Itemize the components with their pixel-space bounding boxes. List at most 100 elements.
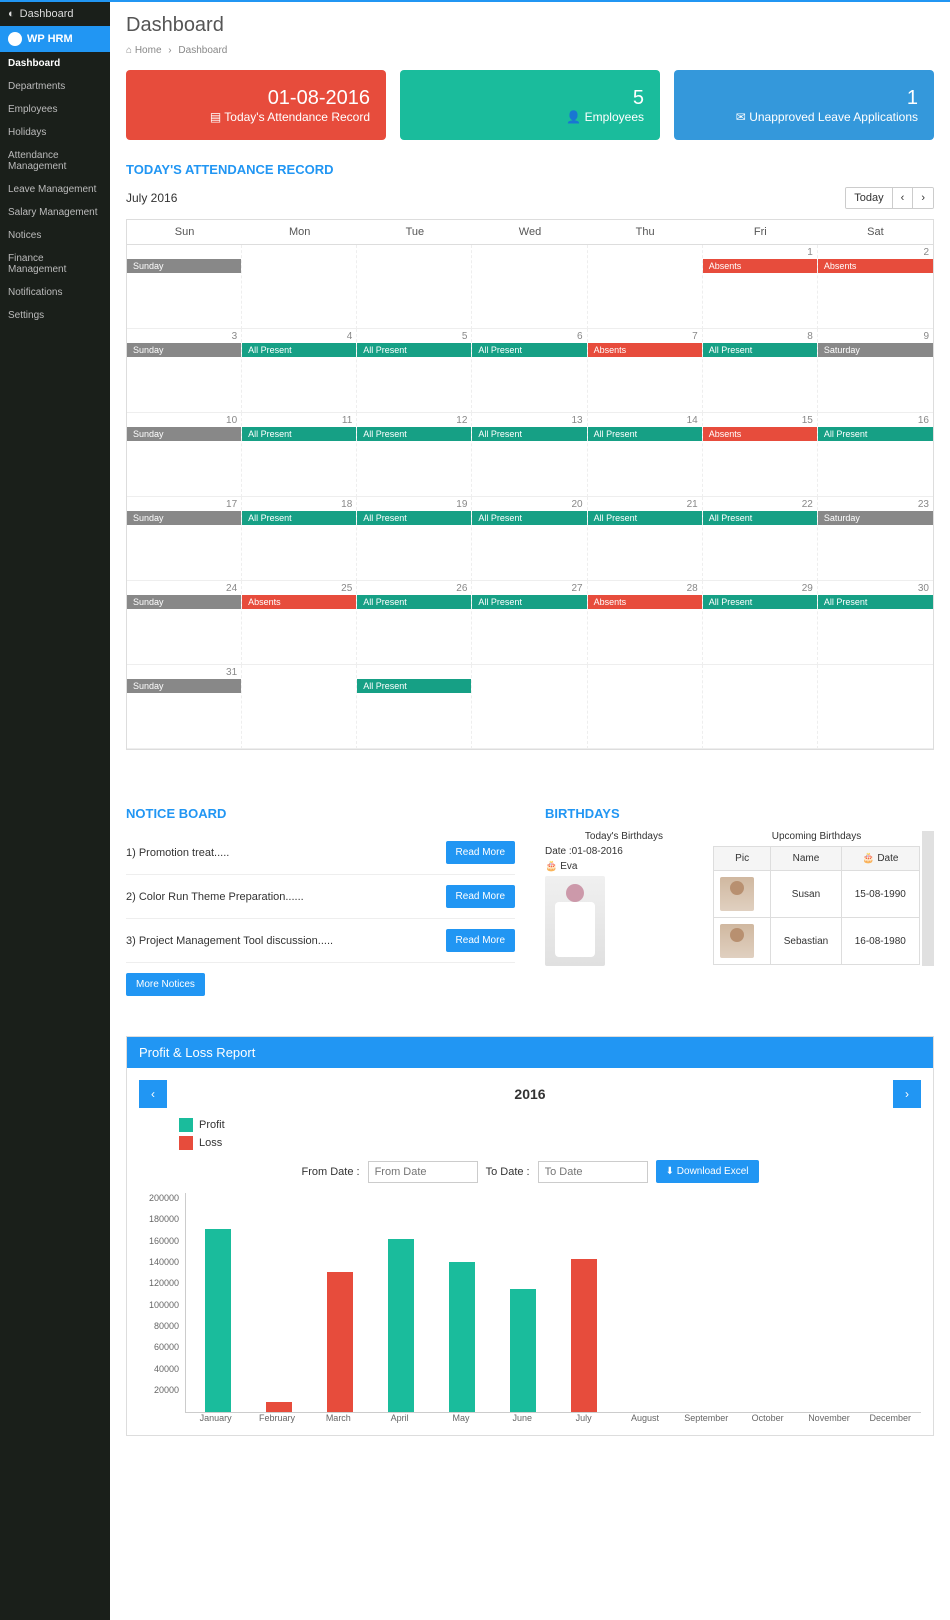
legend-loss-label: Loss (199, 1137, 222, 1149)
calendar-cell[interactable]: 5All Present (357, 329, 472, 413)
calendar-cell[interactable]: 2Absents (818, 245, 933, 329)
sidebar-top[interactable]: ◐ Dashboard (0, 2, 110, 26)
calendar-cell[interactable] (357, 245, 472, 329)
main-content: Dashboard ⌂ Home › Dashboard 01-08-2016 … (110, 2, 950, 1620)
scrollbar[interactable] (922, 831, 934, 966)
card-employees[interactable]: 5 👤 Employees (400, 70, 660, 140)
calendar-cell[interactable]: 20All Present (472, 497, 587, 581)
sidebar-item[interactable]: Employees (0, 98, 110, 121)
calendar-cell[interactable]: 4All Present (242, 329, 357, 413)
attendance-title: TODAY'S ATTENDANCE RECORD (126, 162, 934, 177)
from-date-input[interactable] (368, 1161, 478, 1183)
chart-bar[interactable] (205, 1229, 231, 1412)
sidebar-item[interactable]: Departments (0, 75, 110, 98)
birthday-upcoming-title: Upcoming Birthdays (713, 831, 920, 842)
calendar-cell[interactable]: 31Sunday (127, 665, 242, 749)
breadcrumb-home[interactable]: Home (135, 45, 162, 56)
calendar-cell[interactable]: 28Absents (588, 581, 703, 665)
card-leave[interactable]: 1 ✉ Unapproved Leave Applications (674, 70, 934, 140)
notice-text: 2) Color Run Theme Preparation...... (126, 891, 304, 903)
chart-bar[interactable] (571, 1259, 597, 1412)
calendar-event: All Present (588, 511, 702, 525)
calendar-cell[interactable]: 26All Present (357, 581, 472, 665)
calendar-event: All Present (818, 595, 933, 609)
read-more-button[interactable]: Read More (446, 929, 515, 952)
sidebar-item[interactable]: Notices (0, 224, 110, 247)
sidebar-item[interactable]: Attendance Management (0, 144, 110, 178)
calendar-cell[interactable] (472, 665, 587, 749)
calendar-cell[interactable] (588, 245, 703, 329)
notice-text: 3) Project Management Tool discussion...… (126, 935, 333, 947)
calendar-day-number: 11 (342, 415, 352, 426)
chart-bar[interactable] (449, 1262, 475, 1412)
calendar-cell[interactable]: All Present (357, 665, 472, 749)
sidebar-brand[interactable]: WP HRM (0, 26, 110, 52)
calendar-cell[interactable]: 30All Present (818, 581, 933, 665)
more-notices-button[interactable]: More Notices (126, 973, 205, 996)
birthday-today: Today's Birthdays Date :01-08-2016 🎂 Eva (545, 831, 703, 966)
calendar-cell[interactable]: 3Sunday (127, 329, 242, 413)
sidebar-item[interactable]: Dashboard (0, 52, 110, 75)
sidebar-item[interactable]: Holidays (0, 121, 110, 144)
chart-bar[interactable] (327, 1272, 353, 1412)
pl-next-button[interactable]: › (893, 1080, 921, 1108)
calendar-cell[interactable]: 21All Present (588, 497, 703, 581)
calendar-cell[interactable]: 15Absents (703, 413, 818, 497)
calendar-event: All Present (703, 511, 817, 525)
chart-bar[interactable] (510, 1289, 536, 1412)
next-button[interactable]: › (913, 188, 933, 208)
download-button[interactable]: ⬇ Download Excel (656, 1160, 759, 1183)
calendar-cell[interactable]: Sunday (127, 245, 242, 329)
chart-bar[interactable] (266, 1402, 292, 1412)
calendar-cell[interactable]: 19All Present (357, 497, 472, 581)
chart-bar[interactable] (388, 1239, 414, 1412)
calendar-cell[interactable]: 29All Present (703, 581, 818, 665)
sidebar-item[interactable]: Notifications (0, 281, 110, 304)
calendar-cell[interactable]: 9Saturday (818, 329, 933, 413)
calendar-cell[interactable]: 12All Present (357, 413, 472, 497)
calendar-cell[interactable]: 22All Present (703, 497, 818, 581)
calendar-event: Sunday (127, 511, 241, 525)
calendar-cell[interactable]: 8All Present (703, 329, 818, 413)
calendar-cell[interactable]: 25Absents (242, 581, 357, 665)
calendar-cell[interactable] (472, 245, 587, 329)
calendar-cell[interactable]: 11All Present (242, 413, 357, 497)
sidebar-item[interactable]: Settings (0, 304, 110, 327)
x-tick: February (246, 1413, 307, 1423)
card-attendance[interactable]: 01-08-2016 ▤ Today's Attendance Record (126, 70, 386, 140)
to-date-input[interactable] (538, 1161, 648, 1183)
read-more-button[interactable]: Read More (446, 841, 515, 864)
calendar-cell[interactable] (242, 245, 357, 329)
x-tick: May (430, 1413, 491, 1423)
calendar-cell[interactable]: 1Absents (703, 245, 818, 329)
calendar-cell[interactable] (242, 665, 357, 749)
x-tick: July (553, 1413, 614, 1423)
calendar-cell[interactable]: 13All Present (472, 413, 587, 497)
calendar-cell[interactable]: 7Absents (588, 329, 703, 413)
calendar-cell[interactable] (588, 665, 703, 749)
calendar-cell[interactable] (703, 665, 818, 749)
calendar-event: Absents (242, 595, 356, 609)
calendar-cell[interactable]: 18All Present (242, 497, 357, 581)
calendar-cell[interactable] (818, 665, 933, 749)
to-date-label: To Date : (486, 1166, 530, 1178)
calendar-cell[interactable]: 14All Present (588, 413, 703, 497)
calendar-cell[interactable]: 17Sunday (127, 497, 242, 581)
calendar-cell[interactable]: 6All Present (472, 329, 587, 413)
calendar-cell[interactable]: 27All Present (472, 581, 587, 665)
sidebar-item[interactable]: Salary Management (0, 201, 110, 224)
x-tick: December (860, 1413, 921, 1423)
sidebar-top-label: Dashboard (20, 8, 74, 20)
read-more-button[interactable]: Read More (446, 885, 515, 908)
pl-prev-button[interactable]: ‹ (139, 1080, 167, 1108)
sidebar-item[interactable]: Finance Management (0, 247, 110, 281)
prev-button[interactable]: ‹ (893, 188, 914, 208)
y-tick: 140000 (149, 1257, 179, 1267)
calendar-cell[interactable]: 10Sunday (127, 413, 242, 497)
today-button[interactable]: Today (846, 188, 892, 208)
calendar-cell[interactable]: 23Saturday (818, 497, 933, 581)
calendar-day-number: 2 (923, 247, 929, 258)
sidebar-item[interactable]: Leave Management (0, 178, 110, 201)
calendar-cell[interactable]: 24Sunday (127, 581, 242, 665)
calendar-cell[interactable]: 16All Present (818, 413, 933, 497)
